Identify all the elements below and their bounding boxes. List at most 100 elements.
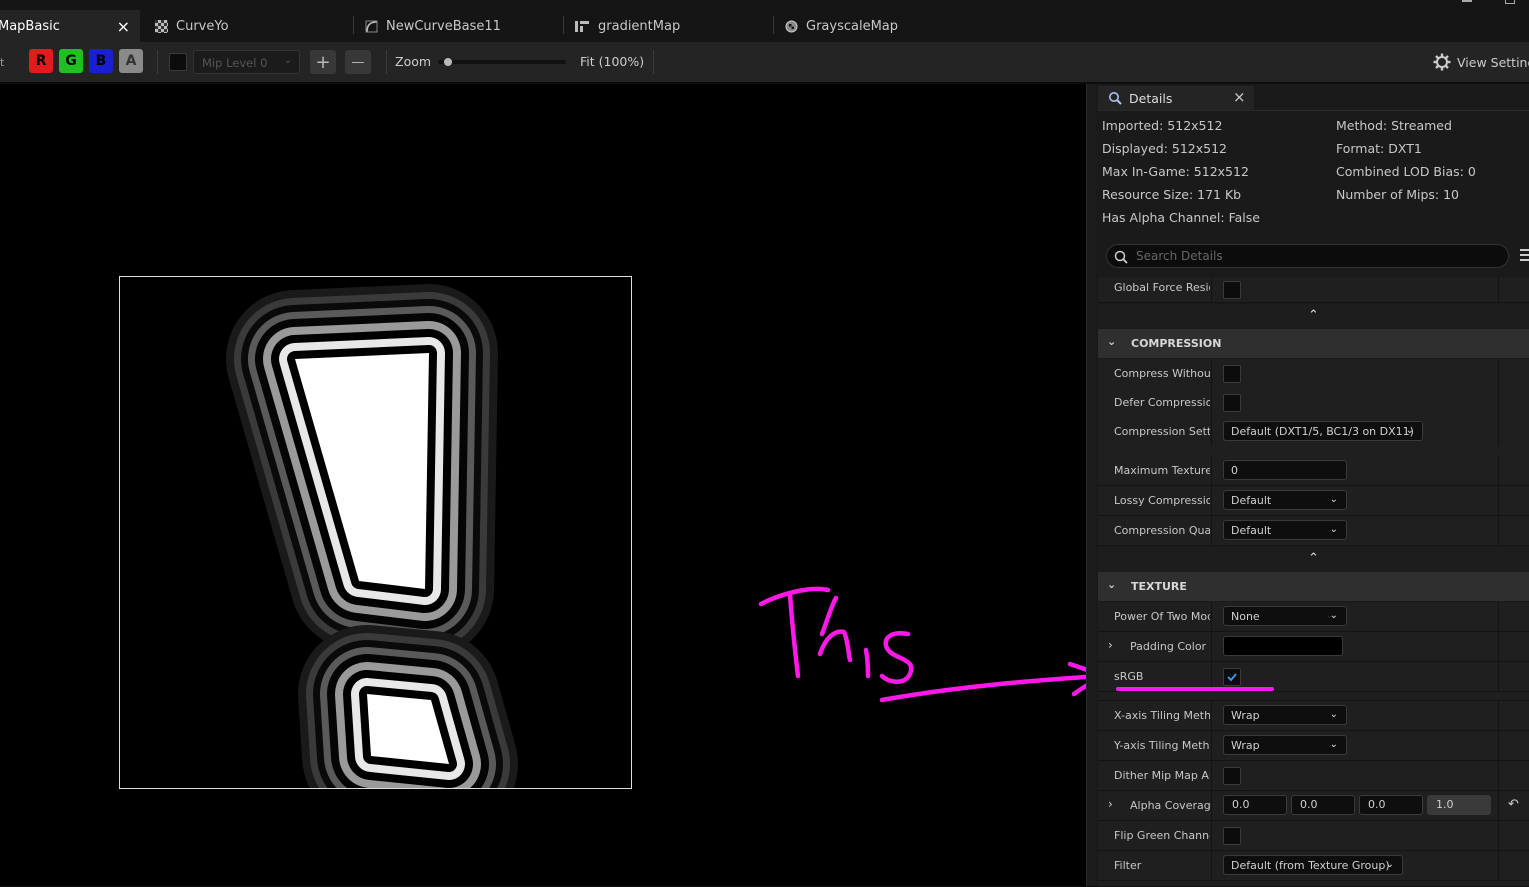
close-icon[interactable]: × xyxy=(1233,88,1246,106)
list-view-icon[interactable] xyxy=(1520,249,1529,263)
compress-without-checkbox[interactable] xyxy=(1223,365,1241,383)
tab-label: NewCurveBase11 xyxy=(386,18,501,34)
tab-separator xyxy=(353,16,354,34)
reset-icon[interactable]: ↶ xyxy=(1508,797,1519,812)
toolbar-handle: t xyxy=(0,56,5,69)
minimize-icon[interactable] xyxy=(1462,0,1472,2)
prop-row-padding-color: › Padding Color xyxy=(1098,632,1529,662)
prop-label: Dither Mip Map Alp xyxy=(1114,769,1210,782)
prop-row-dither-mip: Dither Mip Map Alp xyxy=(1098,761,1529,791)
dropdown-value: Wrap xyxy=(1231,738,1260,752)
prop-label: Y-axis Tiling Metho xyxy=(1114,739,1210,752)
details-icon xyxy=(1108,90,1122,109)
column-divider xyxy=(1498,791,1499,820)
view-settings-button[interactable]: View Setting xyxy=(1433,51,1529,73)
info-lod-bias: Combined LOD Bias: 0 xyxy=(1336,164,1476,179)
dither-mip-checkbox[interactable] xyxy=(1223,767,1241,785)
column-divider xyxy=(1211,701,1212,730)
srgb-checkbox[interactable] xyxy=(1223,668,1241,686)
alpha-coverage-y-input[interactable]: 0.0 xyxy=(1291,795,1355,815)
column-divider xyxy=(1498,731,1499,760)
zoom-slider-handle[interactable] xyxy=(444,58,452,66)
channel-a-button[interactable]: A xyxy=(119,49,143,73)
flip-green-checkbox[interactable] xyxy=(1223,827,1241,845)
compression-settings-dropdown[interactable]: Default (DXT1/5, BC1/3 on DX11) ⌄ xyxy=(1223,421,1423,441)
annotation-underline xyxy=(1116,687,1274,691)
prop-row-alpha-coverage: › Alpha Coverage 0.0 0.0 0.0 1.0 ↶ xyxy=(1098,791,1529,821)
checker-icon xyxy=(155,19,168,33)
maximum-texture-input[interactable]: 0 xyxy=(1223,460,1347,480)
column-divider xyxy=(1211,417,1212,446)
defer-compression-checkbox[interactable] xyxy=(1223,394,1241,412)
prop-row-compression-quality: Compression Quali Default ⌄ xyxy=(1098,516,1529,546)
column-divider xyxy=(1211,791,1212,820)
column-divider xyxy=(1498,761,1499,790)
lossy-compression-dropdown[interactable]: Default ⌄ xyxy=(1223,490,1347,510)
global-force-checkbox[interactable] xyxy=(1223,281,1241,299)
section-texture[interactable]: ⌄ TEXTURE xyxy=(1098,572,1529,601)
power-of-two-dropdown[interactable]: None ⌄ xyxy=(1223,606,1347,626)
column-divider xyxy=(1498,821,1499,850)
alpha-coverage-z-input[interactable]: 0.0 xyxy=(1359,795,1423,815)
prop-label: Power Of Two Mod xyxy=(1114,610,1210,623)
column-divider xyxy=(1498,359,1499,388)
tab-mapbasic[interactable]: MapBasic × xyxy=(0,10,140,42)
prop-label: Alpha Coverage xyxy=(1130,799,1210,812)
details-tab[interactable]: Details × xyxy=(1098,86,1254,110)
column-divider xyxy=(1211,277,1212,302)
tab-gradientmap[interactable]: gradientMap xyxy=(574,10,680,42)
maximize-icon[interactable] xyxy=(1505,0,1515,4)
close-icon[interactable]: × xyxy=(117,17,130,36)
row-spacer xyxy=(1098,692,1529,701)
gear-icon xyxy=(1433,53,1451,71)
chevron-down-icon: ⌄ xyxy=(1329,610,1338,621)
column-divider xyxy=(1211,456,1212,485)
y-tiling-dropdown[interactable]: Wrap ⌄ xyxy=(1223,735,1347,755)
compression-quality-dropdown[interactable]: Default ⌄ xyxy=(1223,520,1347,540)
search-details-input[interactable]: Search Details xyxy=(1106,244,1509,268)
alpha-coverage-x-input[interactable]: 0.0 xyxy=(1223,795,1287,815)
prop-row-lossy-compression: Lossy Compression Default ⌄ xyxy=(1098,486,1529,516)
column-divider xyxy=(1211,486,1212,515)
details-title: Details xyxy=(1129,91,1173,106)
minus-icon: — xyxy=(351,54,365,70)
tab-bar: MapBasic × CurveYo NewCurveBase11 gradie… xyxy=(0,0,1529,42)
collapse-advanced-button[interactable]: ⌃ xyxy=(1098,304,1529,328)
zoom-in-button[interactable]: + xyxy=(310,50,336,74)
chevron-right-icon[interactable]: › xyxy=(1108,797,1113,811)
section-compression[interactable]: ⌄ COMPRESSION xyxy=(1098,329,1529,358)
tab-curveyo[interactable]: CurveYo xyxy=(155,10,229,42)
mip-checkbox[interactable] xyxy=(169,53,187,71)
prop-label: Padding Color xyxy=(1130,640,1207,653)
tab-newcurvebase11[interactable]: NewCurveBase11 xyxy=(365,10,501,42)
column-divider xyxy=(1498,851,1499,880)
zoom-out-button[interactable]: — xyxy=(345,50,371,74)
channel-g-button[interactable]: G xyxy=(59,49,83,73)
filter-dropdown[interactable]: Default (from Texture Group) ⌄ xyxy=(1223,855,1403,875)
chevron-down-icon: ⌄ xyxy=(1329,709,1338,720)
tab-grayscalemap[interactable]: GrayscaleMap xyxy=(785,10,898,42)
chevron-right-icon[interactable]: › xyxy=(1108,638,1113,652)
tab-label: gradientMap xyxy=(598,18,681,34)
texture-viewport[interactable] xyxy=(0,84,1105,886)
prop-row-filter: Filter Default (from Texture Group) ⌄ xyxy=(1098,851,1529,881)
channel-b-button[interactable]: B xyxy=(89,49,113,73)
channel-label: R xyxy=(35,53,47,69)
channel-r-button[interactable]: R xyxy=(29,49,53,73)
column-divider xyxy=(1498,417,1499,446)
mip-level-dropdown[interactable]: Mip Level 0 ⌄ xyxy=(193,50,300,74)
x-tiling-dropdown[interactable]: Wrap ⌄ xyxy=(1223,705,1347,725)
info-has-alpha: Has Alpha Channel: False xyxy=(1102,210,1260,225)
padding-color-swatch[interactable] xyxy=(1223,636,1343,656)
alpha-coverage-w-input[interactable]: 1.0 xyxy=(1427,795,1491,815)
prop-label: Lossy Compression xyxy=(1114,494,1210,507)
input-value: 0 xyxy=(1231,463,1238,477)
toolbar-separator xyxy=(386,50,387,74)
collapse-advanced-button[interactable]: ⌃ xyxy=(1098,547,1529,571)
chevron-down-icon: ⌄ xyxy=(1385,859,1394,870)
search-placeholder: Search Details xyxy=(1136,249,1223,263)
column-divider xyxy=(1211,359,1212,388)
prop-label: Global Force Reside xyxy=(1114,281,1210,294)
zoom-slider[interactable] xyxy=(438,58,566,66)
prop-label: Compression Quali xyxy=(1114,524,1210,537)
